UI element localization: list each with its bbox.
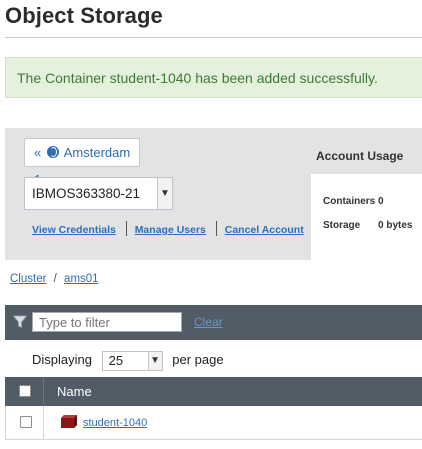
paging-control: Displaying 25 ▼ per page: [32, 349, 224, 371]
containers-usage-row: Containers 0: [323, 196, 384, 207]
column-divider: [43, 377, 44, 406]
containers-label: Containers: [323, 196, 376, 207]
container-icon: [61, 415, 77, 428]
cancel-account-link[interactable]: Cancel Account: [225, 224, 304, 236]
chevron-down-icon[interactable]: ▼: [147, 351, 162, 370]
account-panel: « Amsterdam 1 IBMOS363380-21 ▼ View Cred…: [5, 128, 422, 260]
breadcrumb-cluster-link[interactable]: Cluster: [10, 273, 46, 285]
displaying-label: Displaying: [32, 352, 92, 367]
page-title: Object Storage: [5, 3, 163, 28]
funnel-icon[interactable]: [13, 315, 27, 329]
per-page-select[interactable]: 25 ▼: [101, 350, 163, 371]
table-header: Name: [5, 377, 422, 406]
storage-value: 0 bytes: [378, 220, 413, 231]
storage-label: Storage: [323, 220, 361, 231]
containers-value: 0: [378, 196, 384, 207]
link-separator: [215, 221, 217, 236]
filter-toolbar: Clear: [5, 305, 422, 340]
filter-input[interactable]: [32, 312, 182, 332]
breadcrumb-location-link[interactable]: ams01: [64, 273, 99, 285]
link-separator: [125, 221, 127, 236]
view-credentials-link[interactable]: View Credentials: [32, 224, 116, 236]
column-header-name[interactable]: Name: [57, 384, 92, 399]
manage-users-link[interactable]: Manage Users: [135, 224, 206, 236]
chevron-down-icon[interactable]: ▼: [157, 178, 172, 209]
per-page-label: per page: [172, 352, 224, 367]
account-usage-box: Containers 0 Storage 0 bytes: [311, 174, 422, 260]
account-usage-title: Account Usage: [316, 149, 404, 163]
breadcrumb-separator: /: [53, 273, 57, 285]
select-all-checkbox[interactable]: [19, 385, 31, 397]
row-border: [5, 406, 6, 440]
region-back-button[interactable]: « Amsterdam 1: [24, 138, 140, 187]
storage-usage-row: Storage 0 bytes: [323, 220, 412, 231]
account-links: View Credentials Manage Users Cancel Acc…: [32, 221, 304, 236]
globe-icon: [46, 146, 59, 158]
container-name-link[interactable]: student-1040: [83, 417, 147, 429]
per-page-value: 25: [108, 352, 124, 368]
back-chevron-icon: «: [34, 145, 42, 160]
account-select-value: IBMOS363380-21: [32, 186, 141, 201]
breadcrumb: Cluster / ams01: [10, 273, 99, 285]
clear-filter-link[interactable]: Clear: [194, 315, 223, 329]
success-alert: The Container student-1040 has been adde…: [5, 57, 422, 98]
account-select[interactable]: IBMOS363380-21 ▼: [24, 177, 173, 210]
column-divider: [43, 406, 44, 440]
row-checkbox[interactable]: [20, 416, 32, 428]
title-divider: [5, 37, 422, 38]
table-row: student-1040: [5, 406, 422, 440]
